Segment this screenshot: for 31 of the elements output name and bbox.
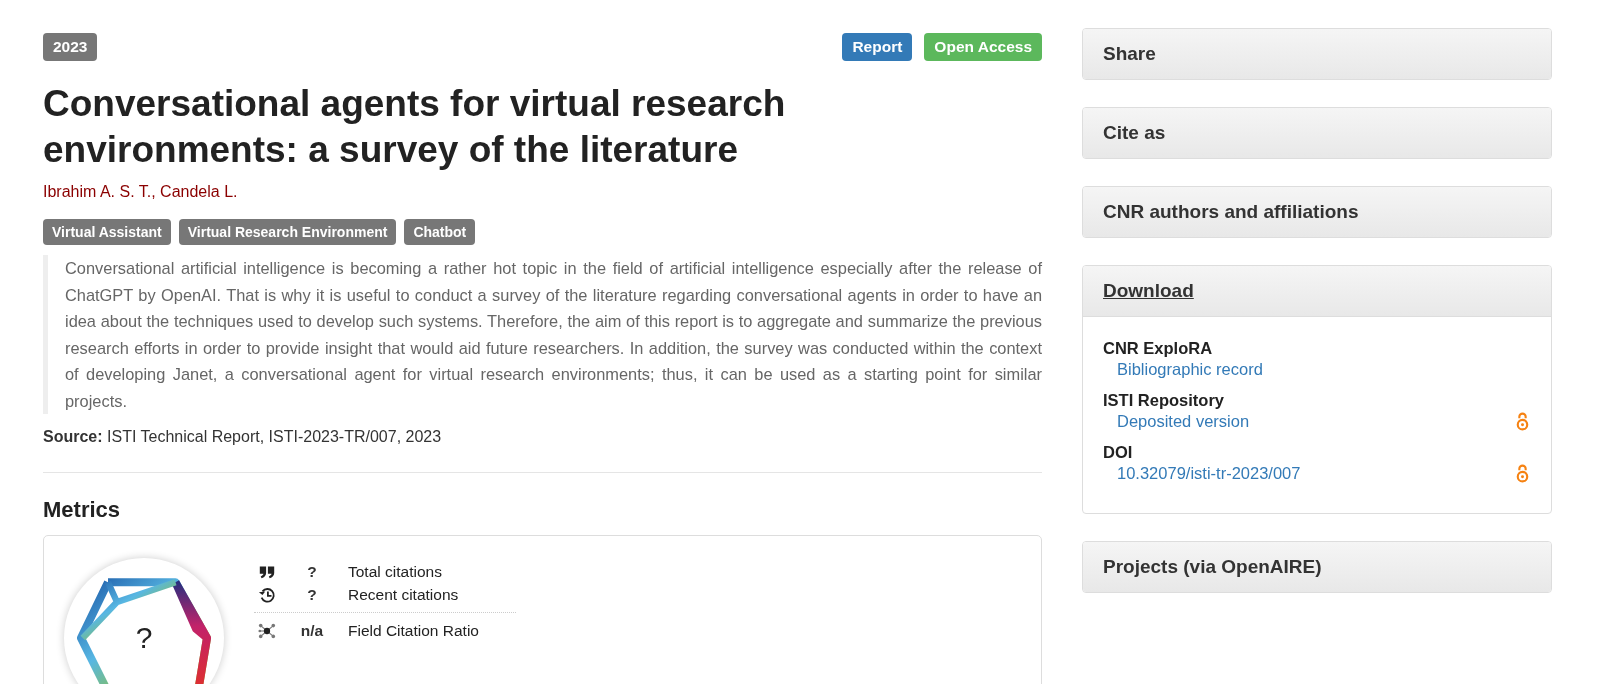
dimensions-score: ? [135, 621, 153, 655]
panel-header[interactable]: Projects (via OpenAIRE) [1083, 542, 1551, 592]
keyword-tag[interactable]: Virtual Assistant [43, 219, 171, 245]
source-heading: DOI [1103, 443, 1134, 462]
history-icon [258, 585, 276, 604]
keyword-tag[interactable]: Chatbot [404, 219, 476, 245]
article-title: Conversational agents for virtual research environments: a survey of the literature [43, 82, 787, 172]
panel-header[interactable]: CNR authors and affiliations [1083, 187, 1551, 237]
source-text: Source: ISTI Technical Report, ISTI-2023-TR/007, 2023 [43, 428, 443, 446]
metric-value: n/a [299, 622, 325, 640]
download-link[interactable]: 10.32079/isti-tr-2023/007 [1117, 464, 1301, 483]
download-link[interactable]: Deposited version [1117, 412, 1250, 431]
metrics-heading: Metrics [43, 497, 122, 523]
panel-header[interactable]: Download [1083, 266, 1551, 317]
panel-header[interactable]: Cite as [1083, 108, 1551, 158]
author-list: Ibrahim A. S. T., Candela L. [43, 183, 1042, 201]
metric-value: ? [306, 585, 318, 604]
panel-header[interactable]: Share [1083, 29, 1551, 79]
abstract-text: Conversational artificial intelligence is becoming a rather hot topic in the field of artificial intelligence especially after the release of ChatGPT by OpenAI. That is why it is useful to conduct a survey of the literature regarding conversational agents in order to have an idea about the techniques used to develop such systems. Therefore, the aim of this report is to aggregate and summarize the previous research efforts in order to provide insight that would aid future researchers. In addition, the survey was conducted within the context of developing Janet, a conversational agent for virtual research environments; thus, it can be used as a starting point for similar projects. [43, 255, 1042, 414]
source-heading: CNR ExploRA [1103, 339, 1214, 358]
network-icon [258, 622, 276, 640]
type-badge: Report [842, 33, 913, 61]
metric-value: ? [306, 562, 318, 581]
keyword-tag[interactable]: Virtual Research Environment [178, 219, 397, 245]
metric-label: Recent citations [348, 585, 459, 604]
source-heading: ISTI Repository [1103, 391, 1226, 410]
year-badge: 2023 [43, 33, 98, 61]
download-link[interactable]: Bibliographic record [1117, 360, 1263, 379]
metric-label: Total citations [348, 562, 442, 581]
type-badge: Open Access [924, 33, 1042, 61]
metric-label: Field Citation Ratio [348, 622, 479, 640]
